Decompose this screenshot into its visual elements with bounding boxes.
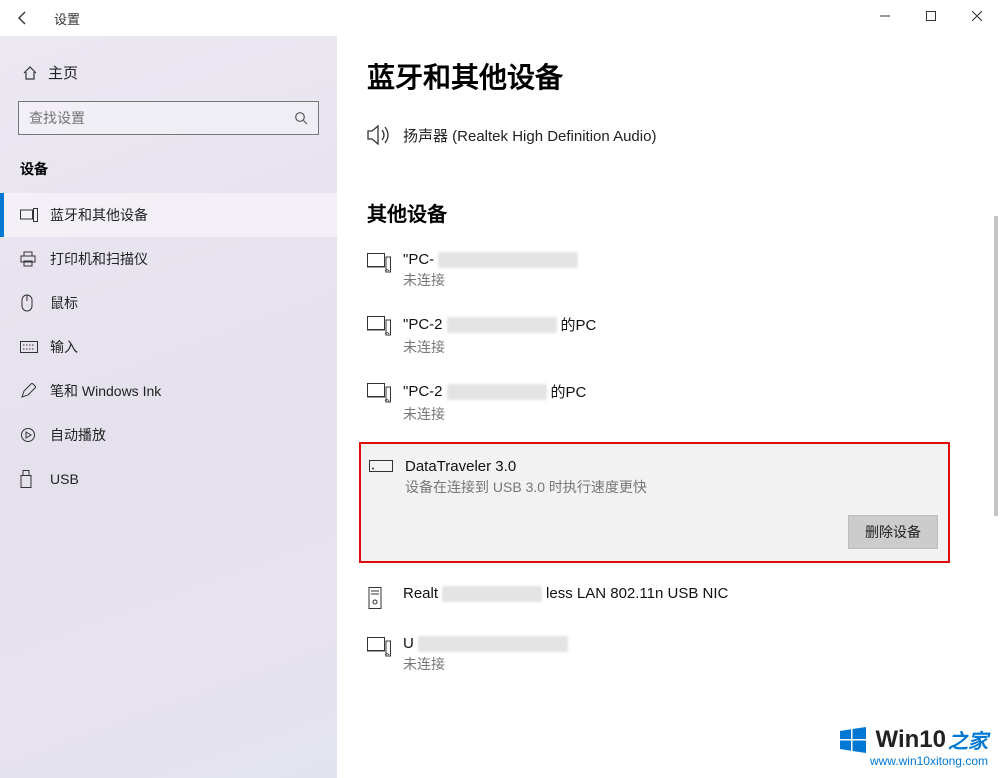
scrollbar[interactable] bbox=[986, 36, 1000, 768]
search-input-wrap[interactable] bbox=[18, 101, 319, 135]
nav-bluetooth[interactable]: 蓝牙和其他设备 bbox=[0, 193, 337, 237]
title-bar: 设置 bbox=[0, 0, 1000, 36]
window-title: 设置 bbox=[46, 9, 80, 28]
mouse-icon bbox=[20, 294, 50, 312]
device-item[interactable]: "PC-2的PC 未连接 bbox=[367, 308, 970, 375]
devices-icon bbox=[20, 208, 50, 222]
nav-label: 鼠标 bbox=[50, 293, 78, 313]
device-name: "PC-2的PC bbox=[403, 381, 970, 402]
search-icon bbox=[294, 111, 308, 125]
minimize-button[interactable] bbox=[862, 0, 908, 32]
nav-label: 蓝牙和其他设备 bbox=[50, 205, 148, 225]
nav-label: 输入 bbox=[50, 337, 78, 357]
section-label: 设备 bbox=[0, 155, 337, 193]
nav-printers[interactable]: 打印机和扫描仪 bbox=[0, 237, 337, 281]
nav-label: 打印机和扫描仪 bbox=[50, 249, 148, 269]
device-item[interactable]: U 未连接 bbox=[367, 629, 970, 692]
windows-logo-icon bbox=[840, 727, 866, 753]
device-item[interactable]: Realtless LAN 802.11n USB NIC bbox=[367, 579, 970, 629]
usb-icon bbox=[20, 470, 50, 488]
maximize-button[interactable] bbox=[908, 0, 954, 32]
back-button[interactable] bbox=[0, 0, 46, 36]
other-devices-heading: 其他设备 bbox=[367, 198, 970, 227]
search-input[interactable] bbox=[29, 110, 294, 126]
nav-label: USB bbox=[50, 471, 79, 487]
main-panel: 蓝牙和其他设备 扬声器 (Realtek High Definition Aud… bbox=[337, 36, 1000, 778]
printer-icon bbox=[20, 251, 50, 267]
close-button[interactable] bbox=[954, 0, 1000, 32]
pc-icon bbox=[367, 381, 403, 403]
device-item[interactable]: "PC-2的PC 未连接 bbox=[367, 375, 970, 442]
device-name: Realtless LAN 802.11n USB NIC bbox=[403, 585, 970, 602]
pen-icon bbox=[20, 383, 50, 399]
home-link[interactable]: 主页 bbox=[0, 56, 337, 101]
device-name: U bbox=[403, 635, 970, 652]
page-heading: 蓝牙和其他设备 bbox=[367, 56, 970, 96]
nav-label: 自动播放 bbox=[50, 425, 106, 445]
nav-autoplay[interactable]: 自动播放 bbox=[0, 413, 337, 457]
watermark: Win10 之家 www.win10xitong.com bbox=[840, 725, 988, 768]
audio-label: 扬声器 (Realtek High Definition Audio) bbox=[403, 125, 656, 146]
device-name: "PC- bbox=[403, 251, 970, 268]
home-label: 主页 bbox=[48, 62, 78, 83]
nav-usb[interactable]: USB bbox=[0, 457, 337, 501]
nav-pen[interactable]: 笔和 Windows Ink bbox=[0, 369, 337, 413]
pc-icon bbox=[367, 314, 403, 336]
watermark-suffix: 之家 bbox=[948, 725, 988, 754]
device-status: 未连接 bbox=[403, 654, 970, 674]
drive-icon bbox=[369, 458, 405, 474]
nav-typing[interactable]: 输入 bbox=[0, 325, 337, 369]
home-icon bbox=[22, 65, 48, 81]
remove-device-button[interactable]: 删除设备 bbox=[848, 515, 938, 549]
selected-device-panel: DataTraveler 3.0 设备在连接到 USB 3.0 时执行速度更快 … bbox=[359, 442, 950, 563]
audio-device[interactable]: 扬声器 (Realtek High Definition Audio) bbox=[367, 124, 970, 146]
speaker-icon bbox=[367, 124, 403, 146]
device-status: 未连接 bbox=[403, 270, 970, 290]
window-controls bbox=[862, 0, 1000, 32]
device-status: 未连接 bbox=[403, 404, 970, 424]
device-item-selected[interactable]: DataTraveler 3.0 设备在连接到 USB 3.0 时执行速度更快 bbox=[369, 452, 938, 505]
scrollbar-thumb[interactable] bbox=[994, 216, 998, 516]
pc-icon bbox=[367, 635, 403, 657]
device-name: "PC-2的PC bbox=[403, 314, 970, 335]
keyboard-icon bbox=[20, 341, 50, 353]
tower-icon bbox=[367, 585, 403, 611]
device-item[interactable]: "PC- 未连接 bbox=[367, 245, 970, 308]
device-status: 未连接 bbox=[403, 337, 970, 357]
nav-label: 笔和 Windows Ink bbox=[50, 381, 161, 401]
sidebar: 主页 设备 蓝牙和其他设备 打印机和扫描仪 鼠标 输入 笔和 Windows I… bbox=[0, 36, 337, 778]
nav-mouse[interactable]: 鼠标 bbox=[0, 281, 337, 325]
watermark-url: www.win10xitong.com bbox=[840, 754, 988, 768]
watermark-brand: Win10 bbox=[876, 726, 946, 754]
device-name: DataTraveler 3.0 bbox=[405, 458, 938, 475]
autoplay-icon bbox=[20, 427, 50, 443]
device-desc: 设备在连接到 USB 3.0 时执行速度更快 bbox=[405, 477, 938, 497]
pc-icon bbox=[367, 251, 403, 273]
